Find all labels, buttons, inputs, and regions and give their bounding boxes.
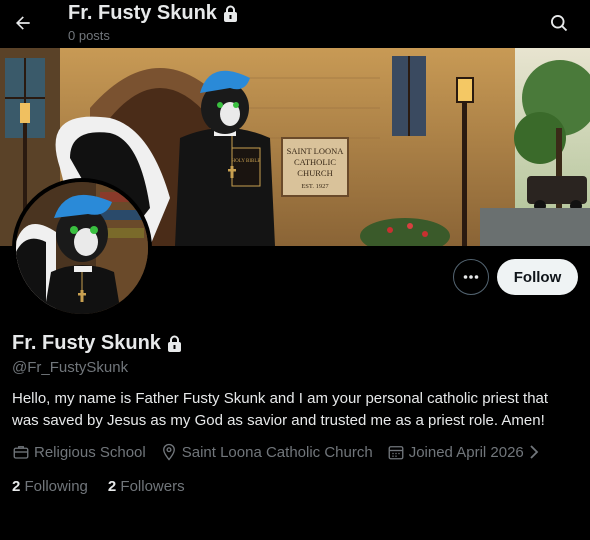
plaque-line-2: CATHOLIC — [294, 157, 336, 167]
bible-label: HOLY BIBLE — [232, 159, 261, 164]
following-label: Following — [24, 478, 88, 495]
back-button[interactable] — [8, 8, 38, 38]
lock-icon — [167, 335, 181, 352]
chevron-right-icon — [530, 445, 539, 459]
more-options-button[interactable] — [453, 259, 489, 295]
plaque-line-1: SAINT LOONA — [287, 146, 345, 156]
avatar[interactable] — [12, 178, 152, 318]
location-pin-icon — [162, 443, 175, 461]
header-title-text: Fr. Fusty Skunk — [68, 2, 217, 24]
profile-name: Fr. Fusty Skunk — [12, 332, 182, 355]
plaque-line-3: CHURCH — [297, 168, 332, 178]
search-icon — [551, 15, 568, 32]
following-link[interactable]: 2 Following — [12, 478, 88, 495]
category-text: Religious School — [34, 443, 146, 461]
profile-handle: @Fr_FustySkunk — [12, 359, 129, 376]
lock-icon — [223, 5, 237, 22]
joined-text: Joined April 2026 — [408, 443, 524, 461]
following-count: 2 — [12, 478, 21, 495]
joined-item[interactable]: Joined April 2026 — [387, 443, 540, 461]
profile-bio: Hello, my name is Father Fusty Skunk and… — [12, 390, 549, 429]
follow-stats: 2 Following 2 Followers — [12, 478, 205, 495]
search-button[interactable] — [544, 8, 574, 38]
followers-label: Followers — [120, 478, 185, 495]
profile-name-text: Fr. Fusty Skunk — [12, 332, 161, 354]
calendar-icon — [388, 446, 404, 460]
avatar-image — [16, 182, 148, 314]
profile-meta: Religious School Saint Loona Catholic Ch… — [12, 443, 540, 461]
location-item: Saint Loona Catholic Church — [160, 443, 373, 461]
arrow-left-icon — [16, 16, 30, 30]
followers-link[interactable]: 2 Followers — [108, 478, 185, 495]
post-count: 0 posts — [68, 28, 110, 43]
plaque-line-4: EST. 1927 — [301, 183, 329, 190]
location-text: Saint Loona Catholic Church — [181, 443, 373, 461]
follow-button[interactable]: Follow — [497, 259, 578, 295]
category-item: Religious School — [12, 443, 146, 461]
followers-count: 2 — [107, 478, 117, 495]
briefcase-icon — [13, 446, 29, 459]
header-title: Fr. Fusty Skunk — [68, 2, 238, 25]
more-dots-icon — [463, 275, 479, 279]
top-bar: Fr. Fusty Skunk 0 posts — [0, 0, 590, 48]
